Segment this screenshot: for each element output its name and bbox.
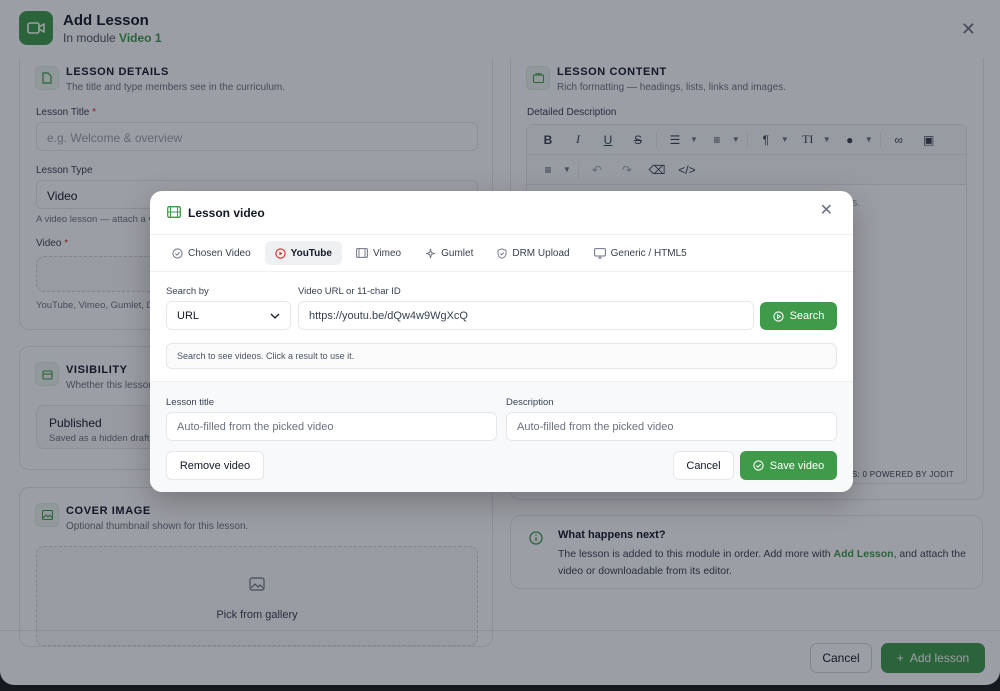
tab-label: Chosen Video	[188, 247, 251, 259]
tab-vimeo[interactable]: Vimeo	[346, 241, 411, 265]
lesson-title-input[interactable]	[166, 412, 497, 441]
tab-gumlet[interactable]: Gumlet	[415, 241, 483, 265]
description-label: Description	[506, 397, 554, 408]
cancel-button[interactable]: Cancel	[673, 451, 734, 480]
tabs-divider	[150, 271, 853, 272]
search-by-value: URL	[177, 309, 200, 322]
shield-check-icon	[497, 247, 507, 259]
save-video-button[interactable]: Save video	[740, 451, 837, 480]
modal-header: Lesson video ✕	[150, 191, 853, 235]
sparkle-icon	[426, 248, 436, 258]
tab-youtube[interactable]: YouTube	[264, 241, 342, 265]
close-icon[interactable]: ✕	[820, 203, 833, 219]
tab-drm-upload[interactable]: DRM Upload	[487, 241, 579, 265]
tab-label: DRM Upload	[512, 247, 570, 259]
video-meta-section: Lesson title Description Remove video Ca…	[150, 381, 853, 492]
film-icon	[167, 206, 181, 221]
tab-generic-html5[interactable]: Generic / HTML5	[584, 241, 697, 265]
lesson-video-modal: Lesson video ✕ Chosen Video YouTube Vime…	[150, 191, 853, 492]
video-source-tabs: Chosen Video YouTube Vimeo Gumlet DRM Up…	[162, 241, 697, 265]
search-button[interactable]: Search	[760, 302, 837, 330]
check-circle-icon	[753, 460, 764, 471]
tab-chosen-video[interactable]: Chosen Video	[162, 241, 261, 265]
remove-video-button[interactable]: Remove video	[166, 451, 264, 480]
video-url-label: Video URL or 11-char ID	[298, 286, 401, 297]
tab-label: Vimeo	[372, 247, 402, 259]
search-by-label: Search by	[166, 286, 209, 297]
description-input[interactable]	[506, 412, 837, 441]
monitor-icon	[593, 247, 606, 258]
check-circle-icon	[172, 247, 183, 259]
search-hint: Search to see videos. Click a result to …	[166, 343, 837, 369]
chevron-down-icon	[270, 313, 280, 319]
youtube-play-icon	[275, 247, 286, 259]
search-by-select[interactable]: URL	[166, 301, 291, 330]
play-circle-icon	[772, 310, 784, 322]
tab-label: Gumlet	[441, 247, 474, 259]
save-video-button-label: Save video	[769, 459, 825, 472]
video-url-input[interactable]	[298, 301, 754, 330]
lesson-title-label: Lesson title	[166, 397, 215, 408]
modal-title: Lesson video	[188, 206, 265, 220]
film-icon	[356, 248, 368, 258]
search-button-label: Search	[789, 310, 825, 322]
tab-label: Generic / HTML5	[610, 247, 687, 259]
tab-label: YouTube	[290, 247, 332, 259]
